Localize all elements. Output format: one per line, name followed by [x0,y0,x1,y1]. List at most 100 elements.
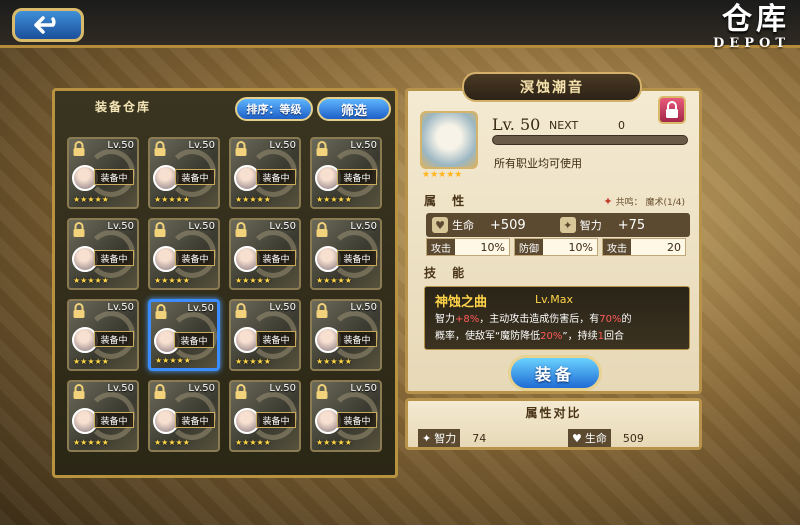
card-stars: ★★★★★ [235,438,271,447]
compare-hp: ♥ 生命 509 [568,429,656,447]
equipped-badge: 装备中 [256,331,296,347]
card-stars: ★★★★★ [155,356,191,365]
hp-value: +509 [490,217,526,233]
heart-icon: ♥ [572,431,582,445]
desc-highlight: +8% [455,314,480,325]
desc-part: ，主动攻击造成伤害后，有 [479,314,600,325]
card-level: Lv.50 [188,383,215,394]
card-stars: ★★★★★ [154,438,190,447]
stat-value: 10% [568,240,593,254]
compare-int-label: 智力 [434,432,457,445]
lock-icon [316,141,328,156]
equip-button[interactable]: 装备 [508,355,602,391]
equipped-badge: 装备中 [94,250,134,266]
card-level: Lv.50 [107,383,134,394]
stat-label: 攻击 [603,239,631,255]
attribute-compare-panel: 属性对比 ✦ 智力 74 ♥ 生命 509 [405,398,702,450]
compare-int-value: 74 [472,431,487,445]
card-stars: ★★★★★ [73,357,109,366]
attributes-title: 属 性 [424,193,471,208]
equipment-card[interactable]: Lv.50 装备中 ★★★★★ [310,380,382,452]
skill-description: 智力+8%，主动攻击造成伤害后，有70%的 概率，使敌军“魔防降低20%”，持续1… [435,311,685,345]
equipment-card[interactable]: Lv.50 装备中 ★★★★★ [67,137,139,209]
lock-icon [154,141,166,156]
card-stars: ★★★★★ [235,276,271,285]
card-level: Lv.50 [350,383,377,394]
equipped-badge: 装备中 [175,169,215,185]
card-stars: ★★★★★ [73,195,109,204]
skill-name: 神蚀之曲 [435,295,488,310]
lock-icon [316,222,328,237]
card-level: Lv.50 [269,383,296,394]
equipment-detail-panel: ★★★★★ Lv. 50 NEXT 0 所有职业均可使用 属 性 ✦ 共鸣： 魔… [405,88,702,394]
equipped-badge: 装备中 [175,412,215,428]
card-stars: ★★★★★ [316,195,352,204]
card-level: Lv.50 [187,303,214,314]
card-level: Lv.50 [188,140,215,151]
top-bar: 仓库 DEPOT [0,0,800,51]
card-stars: ★★★★★ [235,357,271,366]
card-stars: ★★★★★ [73,438,109,447]
next-label: NEXT [549,119,579,132]
equipment-card[interactable]: Lv.50 装备中 ★★★★★ [310,218,382,290]
item-name-banner: 溟蚀潮音 [462,72,642,102]
card-level: Lv.50 [107,221,134,232]
equipment-card[interactable]: Lv.50 装备中 ★★★★★ [148,380,220,452]
card-level: Lv.50 [107,140,134,151]
stat-value: 20 [667,240,681,254]
lock-icon [73,384,85,399]
compare-hp-value: 509 [622,431,644,445]
skill-box: 神蚀之曲 Lv.Max 智力+8%，主动攻击造成伤害后，有70%的 概率，使敌军“… [424,286,690,350]
heart-icon: ♥ [432,217,448,233]
equipment-card[interactable]: Lv.50 装备中 ★★★★★ [148,299,220,371]
equipment-card[interactable]: Lv.50 装备中 ★★★★★ [229,299,301,371]
equipment-card[interactable]: Lv.50 装备中 ★★★★★ [67,380,139,452]
card-level: Lv.50 [269,302,296,313]
lock-icon [316,303,328,318]
filter-button[interactable]: 筛选 [317,97,391,121]
sub-stats-row: 攻击 10% 防御 10% 攻击 20 [426,237,690,257]
desc-part: 概率，使敌军“魔防降低 [435,331,541,342]
equipment-card[interactable]: Lv.50 装备中 ★★★★★ [229,218,301,290]
stat-value: 10% [480,240,505,254]
desc-part: 回合 [603,331,624,342]
lock-icon [235,303,247,318]
lock-icon [73,222,85,237]
lock-toggle-button[interactable] [658,96,686,124]
equipped-badge: 装备中 [337,169,377,185]
equipped-badge: 装备中 [337,412,377,428]
stat-attack-flat: 攻击 20 [602,238,686,256]
skill-title: 技 能 [424,265,471,280]
equipment-depot-panel: 装备仓库 排序：等级 筛选 Lv.50 装备中 ★★★★★ Lv.50 装备中 ★★★★★… [52,88,398,478]
equipped-badge: 装备中 [174,332,214,348]
sort-button[interactable]: 排序：等级 [235,97,313,121]
equipped-badge: 装备中 [256,169,296,185]
card-level: Lv.50 [350,221,377,232]
stat-label: 防御 [515,239,543,255]
back-arrow-icon [34,16,56,34]
stat-defense-percent: 防御 10% [514,238,598,256]
lock-icon [235,222,247,237]
skill-heading: 技 能 [424,263,684,281]
equipment-card[interactable]: Lv.50 装备中 ★★★★★ [67,299,139,371]
equipment-card[interactable]: Lv.50 装备中 ★★★★★ [310,137,382,209]
equipment-card[interactable]: Lv.50 装备中 ★★★★★ [229,380,301,452]
equipped-badge: 装备中 [175,250,215,266]
equipment-card[interactable]: Lv.50 装备中 ★★★★★ [67,218,139,290]
equipped-badge: 装备中 [337,250,377,266]
equipped-badge: 装备中 [94,412,134,428]
lock-icon [235,141,247,156]
equipment-card[interactable]: Lv.50 装备中 ★★★★★ [148,218,220,290]
equipment-card[interactable]: Lv.50 装备中 ★★★★★ [310,299,382,371]
desc-part: 智力 [435,314,455,325]
equipment-card[interactable]: Lv.50 装备中 ★★★★★ [229,137,301,209]
skill-level: Lv.Max [535,293,574,306]
page-title-en: DEPOT [713,36,790,51]
equipped-badge: 装备中 [94,169,134,185]
back-button[interactable] [12,8,84,42]
equipped-badge: 装备中 [256,412,296,428]
card-stars: ★★★★★ [154,276,190,285]
equipment-card[interactable]: Lv.50 装备中 ★★★★★ [148,137,220,209]
equipped-badge: 装备中 [337,331,377,347]
card-level: Lv.50 [107,302,134,313]
